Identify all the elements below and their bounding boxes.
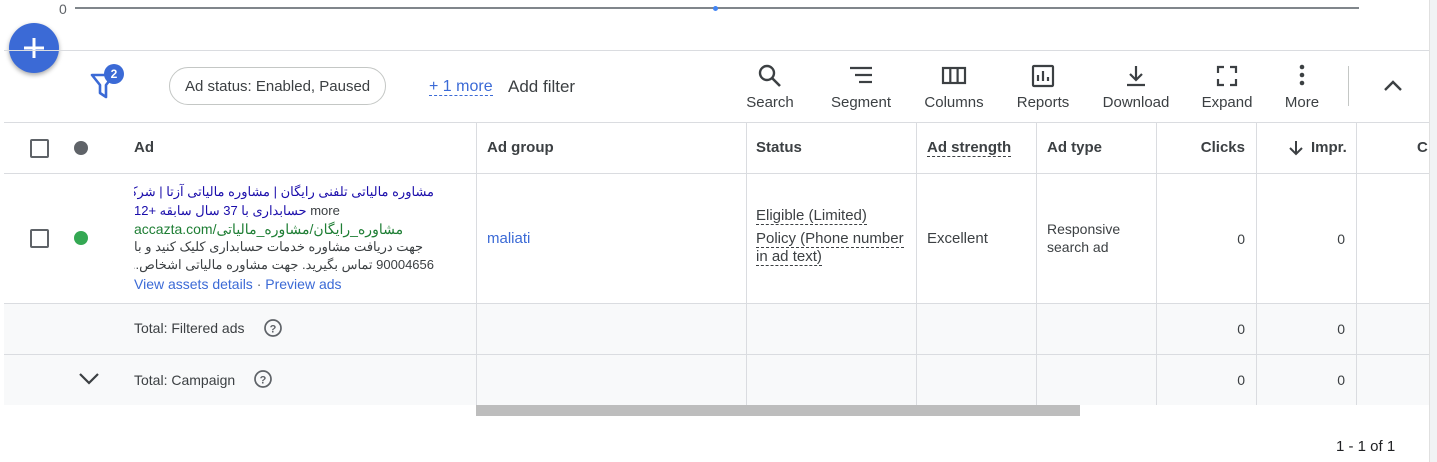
help-icon[interactable]: ?	[253, 369, 273, 389]
table-toolbar: 2 Ad status: Enabled, Paused + 1 more Ad…	[4, 50, 1429, 122]
download-label: Download	[1102, 94, 1170, 111]
column-header-ctr[interactable]: C	[1417, 139, 1428, 156]
preview-ads-link[interactable]: Preview ads	[265, 276, 341, 292]
more-vert-icon	[1299, 64, 1305, 86]
total-campaign-impressions: 0	[1337, 372, 1345, 388]
column-divider	[1156, 123, 1157, 405]
column-divider	[1036, 123, 1037, 405]
svg-text:?: ?	[270, 324, 277, 336]
ad-type-line-2: search ad	[1047, 239, 1109, 255]
segment-icon	[850, 66, 872, 84]
columns-label: Columns	[924, 94, 984, 111]
column-header-clicks[interactable]: Clicks	[1164, 139, 1245, 156]
horizontal-scrollbar-thumb[interactable]	[476, 405, 1080, 416]
column-divider	[916, 123, 917, 405]
table-header-row: Ad Ad group Status Ad strength Ad type C…	[4, 123, 1429, 174]
impressions-value: 0	[1337, 231, 1345, 247]
chart-data-point	[713, 6, 718, 11]
download-icon	[1127, 66, 1145, 87]
expand-label: Expand	[1201, 94, 1253, 111]
search-icon	[758, 64, 781, 87]
column-header-ad-strength[interactable]: Ad strength	[927, 139, 1012, 157]
status-column-dot-icon	[74, 141, 88, 155]
ad-status-filter-chip[interactable]: Ad status: Enabled, Paused	[169, 67, 387, 105]
google-ads-ads-view: 0 2 Ad status: Enabled, Paused + 1 more …	[0, 0, 1437, 462]
ad-headline-line-2: حسابداری با 37 سال سابقه +12 more	[134, 202, 434, 220]
table-row: مشاوره مالیاتی تلفنی رایگان | مشاوره مال…	[4, 174, 1429, 304]
column-divider	[746, 123, 747, 405]
pagination-summary: 1 - 1 of 1	[1336, 438, 1396, 455]
select-all-checkbox[interactable]	[30, 139, 49, 158]
status-eligible-limited[interactable]: Eligible (Limited)	[756, 207, 867, 225]
segment-label: Segment	[830, 94, 892, 111]
column-header-ad-group[interactable]: Ad group	[487, 139, 554, 156]
total-campaign-clicks: 0	[1237, 372, 1245, 388]
total-filtered-label: Total: Filtered ads	[134, 320, 245, 336]
column-divider	[1256, 123, 1257, 405]
ads-table: Ad Ad group Status Ad strength Ad type C…	[4, 122, 1429, 405]
ad-links: View assets details · Preview ads	[134, 275, 434, 293]
ad-type-line-1: Responsive	[1047, 221, 1121, 237]
total-campaign-row: Total: Campaign ? 0 0	[4, 355, 1429, 405]
chart-zero-label: 0	[59, 1, 67, 17]
column-header-ad[interactable]: Ad	[134, 139, 154, 156]
total-filtered-impressions: 0	[1337, 321, 1345, 337]
ad-description-line-1: جهت دریافت مشاوره خدمات حسابداری کلیک کن…	[134, 239, 424, 254]
chevron-up-icon[interactable]	[1380, 74, 1406, 98]
search-label: Search	[746, 94, 794, 111]
performance-chart: 0	[0, 0, 1437, 50]
column-header-ad-type[interactable]: Ad type	[1047, 139, 1102, 156]
columns-button[interactable]: Columns	[914, 63, 994, 113]
total-filtered-ads-row: Total: Filtered ads ? 0 0	[4, 304, 1429, 355]
clicks-value: 0	[1237, 231, 1245, 247]
column-divider	[476, 123, 477, 405]
ad-description-line-2: 90004656 تماس بگیرید. جهت مشاوره مالیاتی…	[134, 257, 434, 272]
headline-more-link[interactable]: more	[310, 203, 340, 218]
segment-button[interactable]: Segment	[821, 63, 901, 113]
column-divider	[1356, 123, 1357, 405]
total-filtered-clicks: 0	[1237, 321, 1245, 337]
expand-icon	[1216, 65, 1238, 87]
columns-icon	[941, 66, 967, 85]
ad-group-link[interactable]: maliati	[487, 230, 530, 247]
sort-descending-icon[interactable]	[1288, 139, 1304, 157]
ad-headline-text: حسابداری با 37 سال سابقه +12	[134, 203, 307, 218]
help-icon[interactable]: ?	[263, 318, 283, 338]
link-separator: ·	[256, 276, 262, 292]
toolbar-divider	[1348, 66, 1349, 106]
status-policy-line-1[interactable]: Policy (Phone number	[756, 230, 904, 248]
reports-label: Reports	[1016, 94, 1070, 111]
more-label: More	[1284, 94, 1320, 111]
column-header-status[interactable]: Status	[756, 139, 802, 156]
chevron-down-icon[interactable]	[78, 370, 100, 386]
view-assets-details-link[interactable]: View assets details	[134, 276, 253, 292]
reports-icon	[1031, 64, 1055, 88]
download-button[interactable]: Download	[1096, 63, 1176, 113]
ad-headline-line-1: مشاوره مالیاتی تلفنی رایگان | مشاوره مال…	[134, 184, 434, 199]
more-button[interactable]: More	[1262, 63, 1342, 113]
expand-button[interactable]: Expand	[1187, 63, 1267, 113]
reports-button[interactable]: Reports	[1003, 63, 1083, 113]
add-filter-button[interactable]: Add filter	[508, 77, 575, 97]
row-checkbox[interactable]	[30, 229, 49, 248]
total-campaign-label: Total: Campaign	[134, 372, 236, 388]
ad-strength-value: Excellent	[927, 230, 988, 247]
more-filters-link[interactable]: + 1 more	[429, 78, 493, 96]
search-button[interactable]: Search	[730, 63, 810, 113]
filter-count-badge: 2	[104, 64, 124, 84]
enabled-status-dot-icon[interactable]	[74, 231, 88, 245]
column-header-impressions[interactable]: Impr.	[1311, 139, 1347, 156]
svg-text:?: ?	[260, 375, 267, 387]
ad-display-url: accazta.com/مشاوره_رایگان/مشاوره_مالیاتی	[134, 221, 404, 237]
status-policy-line-2[interactable]: in ad text)	[756, 248, 822, 266]
page-scrollbar[interactable]	[1429, 0, 1437, 462]
